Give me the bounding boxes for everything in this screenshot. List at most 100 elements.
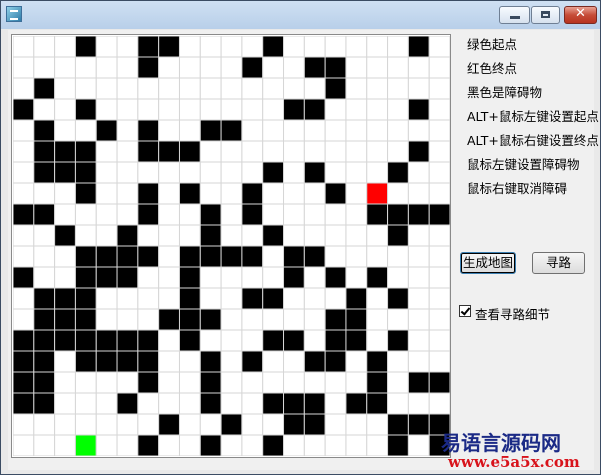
grid-cell[interactable]	[220, 392, 243, 415]
grid-cell[interactable]	[13, 434, 35, 456]
grid-cell[interactable]	[324, 36, 347, 58]
obstacle-cell[interactable]	[95, 329, 118, 352]
obstacle-cell[interactable]	[74, 36, 97, 58]
grid-cell[interactable]	[407, 308, 430, 331]
find-path-button[interactable]: 寻路	[532, 252, 585, 274]
obstacle-cell[interactable]	[178, 329, 201, 352]
obstacle-cell[interactable]	[303, 98, 326, 121]
grid-cell[interactable]	[158, 350, 180, 373]
grid-cell[interactable]	[33, 413, 56, 436]
grid-cell[interactable]	[262, 245, 285, 268]
grid-cell[interactable]	[324, 287, 347, 310]
grid-cell[interactable]	[283, 350, 305, 373]
grid-cell[interactable]	[303, 182, 326, 205]
grid-cell[interactable]	[95, 98, 118, 121]
obstacle-cell[interactable]	[366, 203, 389, 226]
grid-cell[interactable]	[158, 329, 180, 352]
obstacle-cell[interactable]	[220, 245, 243, 268]
grid-cell[interactable]	[13, 287, 35, 310]
grid-cell[interactable]	[137, 392, 160, 415]
obstacle-cell[interactable]	[345, 308, 368, 331]
obstacle-cell[interactable]	[33, 308, 56, 331]
grid-cell[interactable]	[220, 329, 243, 352]
obstacle-cell[interactable]	[303, 56, 326, 79]
obstacle-cell[interactable]	[324, 182, 347, 205]
grid-cell[interactable]	[283, 224, 305, 247]
grid-cell[interactable]	[241, 266, 264, 289]
grid-cell[interactable]	[345, 77, 368, 100]
obstacle-cell[interactable]	[366, 266, 389, 289]
obstacle-cell[interactable]	[303, 245, 326, 268]
grid-cell[interactable]	[303, 371, 326, 394]
obstacle-cell[interactable]	[262, 161, 285, 184]
grid-cell[interactable]	[137, 266, 160, 289]
obstacle-cell[interactable]	[137, 140, 160, 163]
grid-cell[interactable]	[324, 392, 347, 415]
grid-cell[interactable]	[407, 161, 430, 184]
grid-cell[interactable]	[220, 77, 243, 100]
grid-cell[interactable]	[13, 224, 35, 247]
grid-cell[interactable]	[137, 287, 160, 310]
grid-cell[interactable]	[33, 56, 56, 79]
grid-cell[interactable]	[116, 77, 139, 100]
grid-cell[interactable]	[13, 245, 35, 268]
grid-cell[interactable]	[366, 140, 389, 163]
grid-cell[interactable]	[366, 77, 389, 100]
obstacle-cell[interactable]	[345, 392, 368, 415]
obstacle-cell[interactable]	[407, 36, 430, 58]
obstacle-cell[interactable]	[116, 245, 139, 268]
grid-cell[interactable]	[407, 224, 430, 247]
obstacle-cell[interactable]	[241, 350, 264, 373]
obstacle-cell[interactable]	[262, 287, 285, 310]
grid-cell[interactable]	[366, 434, 389, 456]
obstacle-cell[interactable]	[241, 245, 264, 268]
grid-cell[interactable]	[366, 245, 389, 268]
grid-cell[interactable]	[241, 308, 264, 331]
grid-cell[interactable]	[407, 182, 430, 205]
obstacle-cell[interactable]	[199, 371, 222, 394]
grid-cell[interactable]	[303, 140, 326, 163]
grid-cell[interactable]	[158, 371, 180, 394]
grid-cell[interactable]	[387, 350, 409, 373]
grid-cell[interactable]	[54, 350, 76, 373]
grid-cell[interactable]	[303, 119, 326, 142]
grid-cell[interactable]	[220, 434, 243, 456]
grid-cell[interactable]	[220, 161, 243, 184]
grid-cell[interactable]	[366, 56, 389, 79]
grid-cell[interactable]	[283, 119, 305, 142]
grid-cell[interactable]	[324, 203, 347, 226]
grid-cell[interactable]	[220, 56, 243, 79]
grid-cell[interactable]	[74, 203, 97, 226]
grid-cell[interactable]	[262, 56, 285, 79]
grid-cell[interactable]	[199, 182, 222, 205]
grid-cell[interactable]	[33, 36, 56, 58]
grid-cell[interactable]	[366, 413, 389, 436]
obstacle-cell[interactable]	[178, 287, 201, 310]
grid-cell[interactable]	[366, 329, 389, 352]
grid-cell[interactable]	[33, 224, 56, 247]
obstacle-cell[interactable]	[428, 371, 450, 394]
obstacle-cell[interactable]	[33, 203, 56, 226]
grid-cell[interactable]	[303, 266, 326, 289]
grid-cell[interactable]	[366, 36, 389, 58]
grid-cell[interactable]	[220, 36, 243, 58]
obstacle-cell[interactable]	[241, 287, 264, 310]
grid-cell[interactable]	[345, 36, 368, 58]
grid-cell[interactable]	[283, 56, 305, 79]
grid-cell[interactable]	[366, 287, 389, 310]
obstacle-cell[interactable]	[116, 392, 139, 415]
obstacle-cell[interactable]	[262, 329, 285, 352]
grid-cell[interactable]	[137, 77, 160, 100]
close-button[interactable]: ✕	[564, 6, 597, 24]
grid-cell[interactable]	[345, 182, 368, 205]
grid-cell[interactable]	[178, 56, 201, 79]
grid-cell[interactable]	[116, 98, 139, 121]
grid-cell[interactable]	[345, 203, 368, 226]
grid-cell[interactable]	[366, 98, 389, 121]
grid-cell[interactable]	[33, 245, 56, 268]
obstacle-cell[interactable]	[303, 413, 326, 436]
obstacle-cell[interactable]	[345, 329, 368, 352]
grid-cell[interactable]	[95, 308, 118, 331]
obstacle-cell[interactable]	[13, 371, 35, 394]
obstacle-cell[interactable]	[241, 182, 264, 205]
